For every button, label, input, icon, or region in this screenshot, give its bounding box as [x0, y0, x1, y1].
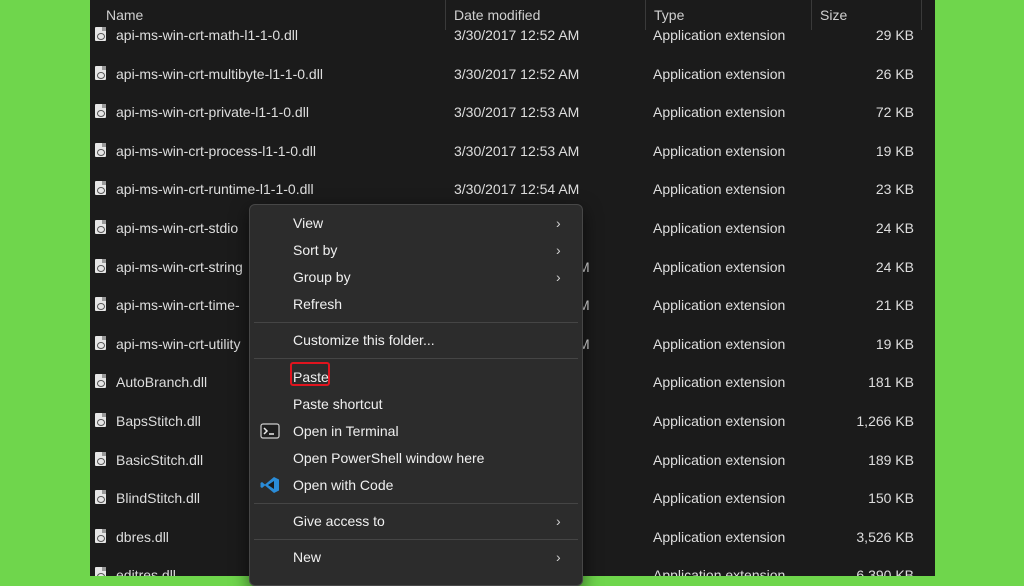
file-icon: [95, 335, 106, 350]
menu-item-open-with-code[interactable]: Open with Code: [250, 472, 582, 499]
menu-item-label: Group by: [293, 269, 351, 285]
file-name: api-ms-win-crt-multibyte-l1-1-0.dll: [116, 65, 323, 82]
file-size: 19 KB: [875, 335, 914, 352]
table-row[interactable]: api-ms-win-crt-multibyte-l1-1-0.dll 3/30…: [90, 55, 935, 94]
file-date: 3/30/2017 12:53 AM: [454, 142, 580, 159]
file-type: Application extension: [653, 181, 786, 198]
file-size: 23 KB: [875, 181, 914, 198]
menu-item-open-terminal[interactable]: Open in Terminal: [250, 418, 582, 445]
file-size: 3,526 KB: [856, 528, 914, 545]
menu-item-label: Paste: [293, 369, 329, 385]
menu-item-label: New: [293, 549, 322, 565]
file-size: 150 KB: [868, 490, 914, 507]
menu-item-customize-folder[interactable]: Customize this folder...: [250, 327, 582, 354]
file-size: 1,266 KB: [856, 413, 914, 429]
table-row[interactable]: api-ms-win-crt-math-l1-1-0.dll 3/30/2017…: [90, 16, 935, 55]
menu-item-view[interactable]: View ›: [250, 210, 582, 237]
file-size: 6,390 KB: [856, 567, 914, 576]
file-icon: [95, 567, 106, 576]
chevron-right-icon: ›: [556, 269, 561, 285]
file-type: Application extension: [653, 258, 786, 275]
menu-item-label: Sort by: [293, 242, 338, 258]
file-date: 3/30/2017 12:52 AM: [454, 27, 580, 43]
file-size: 24 KB: [875, 220, 914, 236]
menu-item-sort-by[interactable]: Sort by ›: [250, 237, 582, 264]
menu-separator: [254, 503, 578, 504]
menu-item-label: Paste shortcut: [293, 396, 383, 412]
file-size: 19 KB: [875, 142, 914, 159]
menu-item-paste[interactable]: Paste: [250, 362, 582, 391]
file-type: Application extension: [653, 413, 786, 429]
menu-separator: [254, 539, 578, 540]
file-icon: [95, 297, 106, 312]
menu-item-group-by[interactable]: Group by ›: [250, 264, 582, 291]
file-type: Application extension: [653, 528, 786, 545]
file-type: Application extension: [653, 297, 786, 314]
menu-separator: [254, 358, 578, 359]
menu-item-label: View: [293, 215, 324, 231]
file-size: 21 KB: [875, 297, 914, 314]
file-type: Application extension: [653, 65, 786, 82]
file-icon: [95, 220, 106, 234]
file-icon: [95, 413, 106, 427]
file-type: Application extension: [653, 490, 786, 507]
menu-item-label: Customize this folder...: [293, 332, 435, 348]
file-icon: [95, 451, 106, 466]
file-name: api-ms-win-crt-private-l1-1-0.dll: [116, 104, 309, 121]
file-type: Application extension: [653, 220, 786, 236]
file-icon: [95, 104, 106, 119]
file-size: 26 KB: [875, 65, 914, 82]
menu-item-label: Open with Code: [293, 477, 394, 493]
table-row[interactable]: api-ms-win-crt-process-l1-1-0.dll 3/30/2…: [90, 132, 935, 171]
file-type: Application extension: [653, 335, 786, 352]
file-size: 189 KB: [868, 451, 914, 468]
menu-item-label: Give access to: [293, 513, 385, 529]
file-icon: [95, 374, 106, 389]
file-name: api-ms-win-crt-process-l1-1-0.dll: [116, 142, 316, 159]
chevron-right-icon: ›: [556, 215, 561, 231]
file-date: 3/30/2017 12:52 AM: [454, 65, 580, 82]
file-size: 181 KB: [868, 374, 914, 391]
file-icon: [95, 258, 106, 273]
menu-item-paste-shortcut[interactable]: Paste shortcut: [250, 391, 582, 418]
file-size: 24 KB: [875, 258, 914, 275]
file-size: 72 KB: [875, 104, 914, 121]
file-name: api-ms-win-crt-math-l1-1-0.dll: [116, 27, 299, 43]
chevron-right-icon: ›: [556, 242, 561, 258]
menu-item-label: Open PowerShell window here: [293, 450, 485, 466]
menu-separator: [254, 322, 578, 323]
file-type: Application extension: [653, 451, 786, 468]
menu-item-label: Refresh: [293, 296, 343, 312]
file-icon: [95, 490, 106, 505]
file-type: Application extension: [653, 104, 786, 121]
table-row[interactable]: api-ms-win-crt-private-l1-1-0.dll 3/30/2…: [90, 93, 935, 132]
menu-item-give-access[interactable]: Give access to ›: [250, 508, 582, 535]
file-type: Application extension: [653, 567, 786, 576]
chevron-right-icon: ›: [556, 549, 561, 565]
vscode-icon: [260, 477, 279, 493]
file-icon: [95, 181, 106, 196]
file-icon: [95, 27, 106, 41]
menu-item-new[interactable]: New ›: [250, 544, 582, 571]
menu-item-label: Open in Terminal: [293, 423, 399, 439]
file-type: Application extension: [653, 27, 786, 43]
menu-item-open-powershell[interactable]: Open PowerShell window here: [250, 445, 582, 472]
chevron-right-icon: ›: [556, 513, 561, 529]
file-type: Application extension: [653, 374, 786, 391]
terminal-icon: [260, 423, 280, 439]
file-size: 29 KB: [875, 27, 914, 43]
file-type: Application extension: [653, 142, 786, 159]
file-icon: [95, 528, 106, 543]
menu-item-refresh[interactable]: Refresh: [250, 291, 582, 318]
context-menu: View › Sort by › Group by › Refresh Cust…: [249, 204, 583, 586]
file-icon: [95, 142, 106, 157]
file-date: 3/30/2017 12:53 AM: [454, 104, 580, 121]
file-icon: [95, 65, 106, 80]
